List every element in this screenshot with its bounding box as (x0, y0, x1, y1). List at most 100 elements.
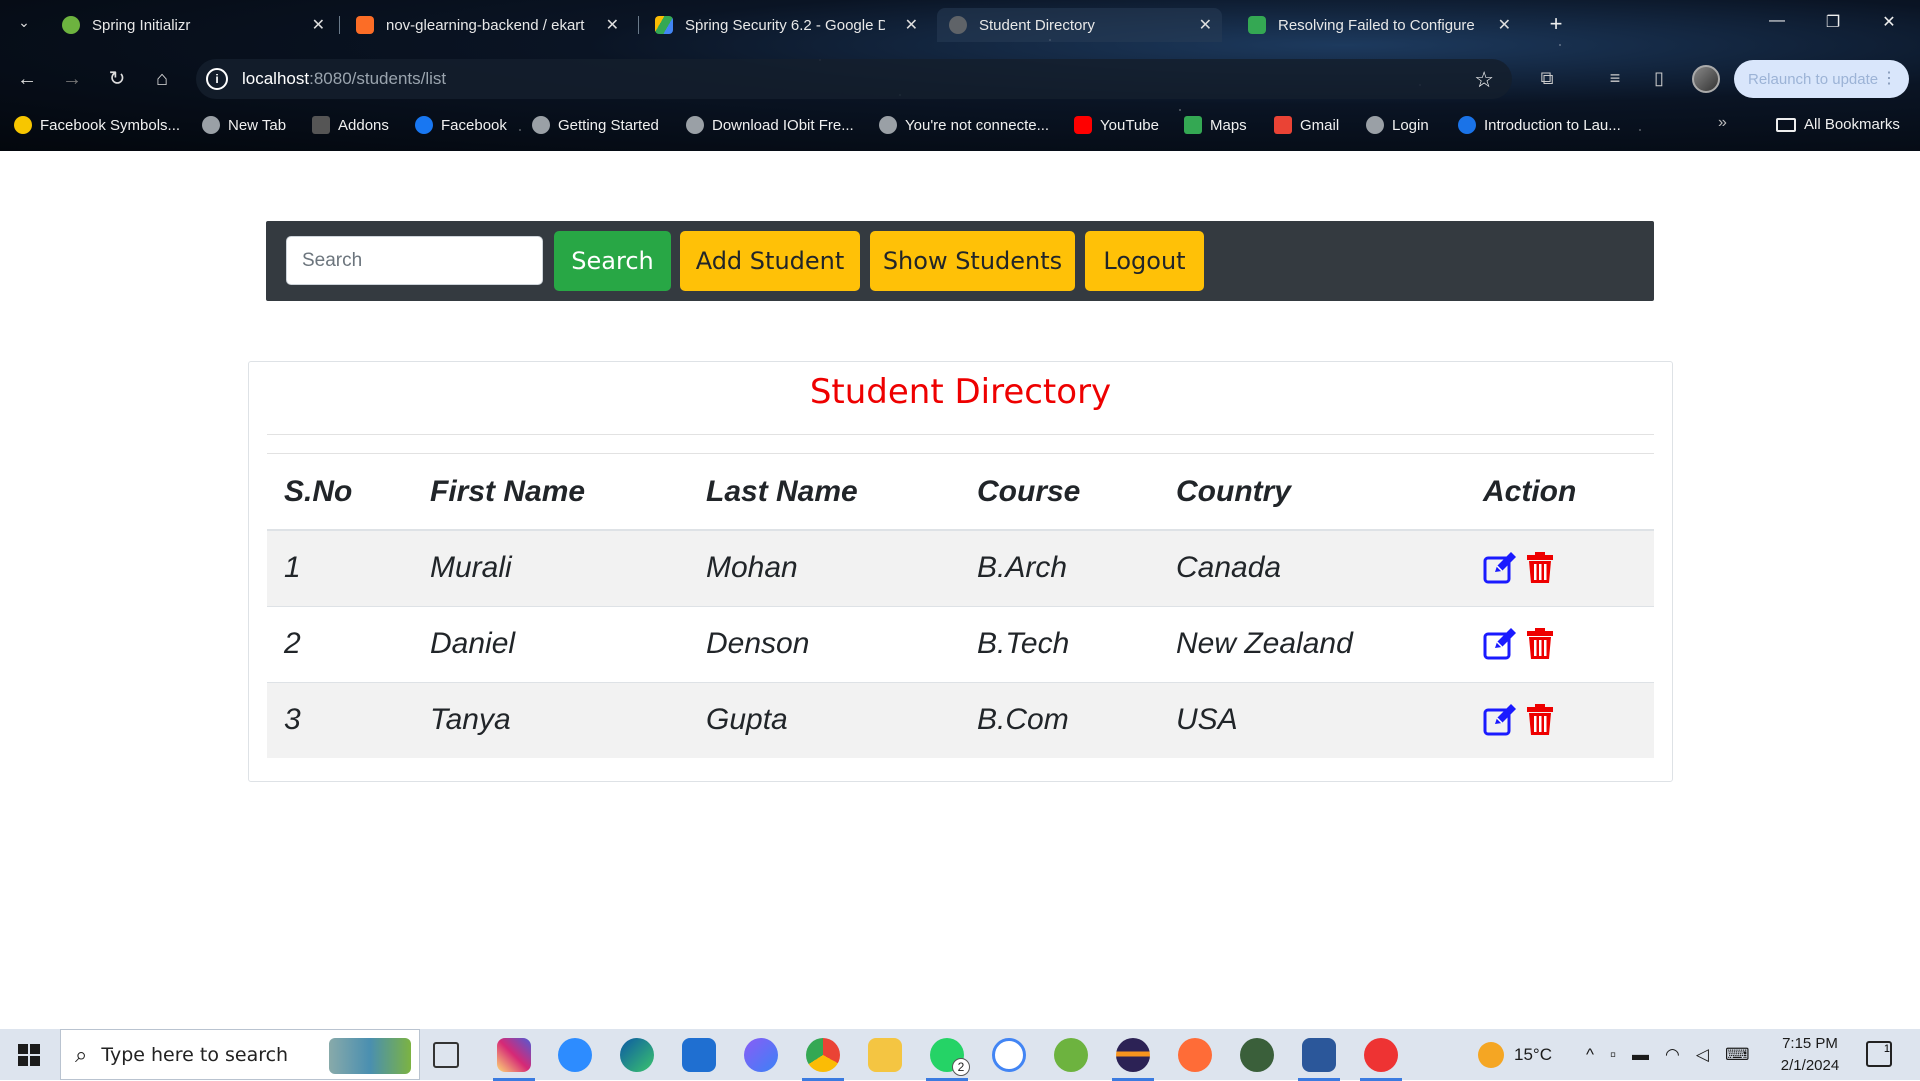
cell-last-name: Denson (689, 605, 960, 682)
bookmark-youtube[interactable]: YouTube (1074, 116, 1159, 134)
table-header-row: S.No First Name Last Name Course Country… (267, 454, 1654, 531)
all-bookmarks-button[interactable]: All Bookmarks (1776, 116, 1900, 133)
delete-icon[interactable] (1525, 628, 1555, 660)
taskbar-search-box[interactable]: ⌕ Type here to search (60, 1029, 420, 1080)
edit-icon[interactable] (1483, 552, 1517, 584)
wifi-icon[interactable]: ◠ (1665, 1045, 1680, 1065)
postman-icon[interactable] (1178, 1038, 1212, 1072)
cell-sno: 3 (267, 681, 413, 758)
tray-expand-icon[interactable]: ^ (1586, 1045, 1594, 1065)
logout-button[interactable]: Logout (1085, 231, 1204, 291)
windows-start-icon[interactable] (18, 1044, 40, 1066)
delete-icon[interactable] (1525, 552, 1555, 584)
notification-icon[interactable]: 1 (1866, 1041, 1892, 1067)
globe-icon (202, 116, 220, 134)
forward-icon[interactable]: → (59, 66, 85, 92)
profile-avatar[interactable] (1692, 65, 1720, 93)
edit-icon[interactable] (1483, 628, 1517, 660)
bookmark-download-iobit[interactable]: Download IObit Fre... (686, 116, 854, 134)
site-info-icon[interactable]: i (206, 68, 228, 90)
home-icon[interactable]: ⌂ (149, 66, 175, 92)
bookmark-gmail[interactable]: Gmail (1274, 116, 1339, 134)
bookmark-login[interactable]: Login (1366, 116, 1429, 134)
weather-widget[interactable]: 15°C (1478, 1029, 1552, 1080)
bookmark-facebook[interactable]: Facebook (415, 116, 507, 134)
edge-icon[interactable] (620, 1038, 654, 1072)
kebab-menu-icon[interactable]: ⋮ (1881, 68, 1897, 88)
minimize-icon[interactable]: — (1762, 12, 1792, 38)
google-drive-favicon-icon (655, 16, 673, 34)
close-tab-icon[interactable]: ✕ (312, 15, 325, 35)
spring-tools-icon[interactable] (1054, 1038, 1088, 1072)
new-tab-button[interactable]: + (1543, 12, 1569, 38)
gmail-icon (1274, 116, 1292, 134)
store-icon[interactable] (682, 1038, 716, 1072)
cell-last-name: Mohan (689, 529, 960, 606)
bookmark-introduction[interactable]: Introduction to Lau... (1458, 116, 1621, 134)
tab-gitlab[interactable]: nov-glearning-backend / ekart ✕ (344, 8, 629, 42)
bookmark-not-connected[interactable]: You're not connecte... (879, 116, 1049, 134)
task-view-icon[interactable] (433, 1042, 459, 1068)
search-input[interactable] (286, 236, 543, 285)
tab-separator (339, 16, 340, 34)
tab-student-directory[interactable]: Student Directory ✕ (937, 8, 1222, 42)
add-student-button[interactable]: Add Student (680, 231, 860, 291)
url-text: localhost:8080/students/list (242, 69, 446, 89)
bookmark-new-tab[interactable]: New Tab (202, 116, 286, 134)
word-icon[interactable] (1298, 1038, 1340, 1081)
app-icon[interactable] (1360, 1038, 1402, 1081)
close-tab-icon[interactable]: ✕ (606, 15, 619, 35)
bookmark-facebook-symbols[interactable]: Facebook Symbols... (14, 116, 180, 134)
maps-icon (1184, 116, 1202, 134)
bookmark-label: Maps (1210, 116, 1247, 134)
tab-google-drive[interactable]: Spring Security 6.2 - Google Dr ✕ (643, 8, 928, 42)
instagram-icon[interactable] (493, 1038, 535, 1081)
media-controls-icon[interactable]: ≡ (1603, 68, 1627, 92)
taskbar-clock[interactable]: 7:15 PM 2/1/2024 (1765, 1033, 1855, 1077)
close-tab-icon[interactable]: ✕ (1199, 15, 1212, 35)
file-explorer-icon[interactable] (868, 1038, 902, 1072)
more-bookmarks-icon[interactable]: » (1718, 114, 1727, 132)
google-icon[interactable] (992, 1038, 1026, 1072)
close-window-icon[interactable]: ✕ (1874, 12, 1904, 38)
relaunch-to-update-button[interactable]: Relaunch to update ⋮ (1734, 60, 1909, 98)
close-tab-icon[interactable]: ✕ (1498, 15, 1511, 35)
volume-icon[interactable]: ◁ (1696, 1045, 1709, 1065)
delete-icon[interactable] (1525, 704, 1555, 736)
show-students-button[interactable]: Show Students (870, 231, 1075, 291)
table-row: 3 Tanya Gupta B.Com USA (267, 681, 1654, 758)
browser-toolbar: ← → ↻ ⌂ i localhost:8080/students/list ☆… (0, 56, 1920, 102)
tab-spring-initializr[interactable]: Spring Initializr ✕ (50, 8, 335, 42)
whatsapp-icon[interactable]: 2 (926, 1038, 970, 1081)
cell-action (1466, 681, 1654, 758)
globe-icon (532, 116, 550, 134)
bookmark-maps[interactable]: Maps (1184, 116, 1247, 134)
search-button[interactable]: Search (554, 231, 671, 291)
eclipse-icon[interactable] (1112, 1038, 1154, 1081)
back-icon[interactable]: ← (14, 66, 40, 92)
cell-country: New Zealand (1159, 605, 1466, 682)
zoom-icon[interactable] (558, 1038, 592, 1072)
reload-icon[interactable]: ↻ (104, 66, 130, 92)
cell-action (1466, 605, 1654, 682)
cell-country: Canada (1159, 529, 1466, 606)
keyboard-icon[interactable]: ⌨ (1725, 1045, 1750, 1065)
chrome-icon[interactable] (802, 1038, 844, 1081)
side-panel-icon[interactable]: ▯ (1647, 68, 1671, 92)
extensions-icon[interactable]: ⧉ (1535, 68, 1559, 92)
battery-icon[interactable]: ▬ (1632, 1045, 1649, 1065)
edit-icon[interactable] (1483, 704, 1517, 736)
restore-icon[interactable]: ❐ (1818, 12, 1848, 38)
bookmark-addons[interactable]: Addons (312, 116, 389, 134)
cell-sno: 1 (267, 529, 413, 606)
address-bar[interactable]: i localhost:8080/students/list ☆ (196, 59, 1512, 99)
bookmark-getting-started[interactable]: Getting Started (532, 116, 659, 134)
tab-search-dropdown-icon[interactable]: ⌄ (12, 14, 36, 36)
copilot-icon[interactable] (744, 1038, 778, 1072)
tab-resolving-failed[interactable]: Resolving Failed to Configure a ✕ (1236, 8, 1521, 42)
bookmark-star-icon[interactable]: ☆ (1474, 67, 1494, 93)
heidisql-icon[interactable] (1240, 1038, 1274, 1072)
tab-title: Student Directory (979, 16, 1095, 34)
close-tab-icon[interactable]: ✕ (905, 15, 918, 35)
device-icon[interactable]: ▫ (1610, 1045, 1616, 1065)
